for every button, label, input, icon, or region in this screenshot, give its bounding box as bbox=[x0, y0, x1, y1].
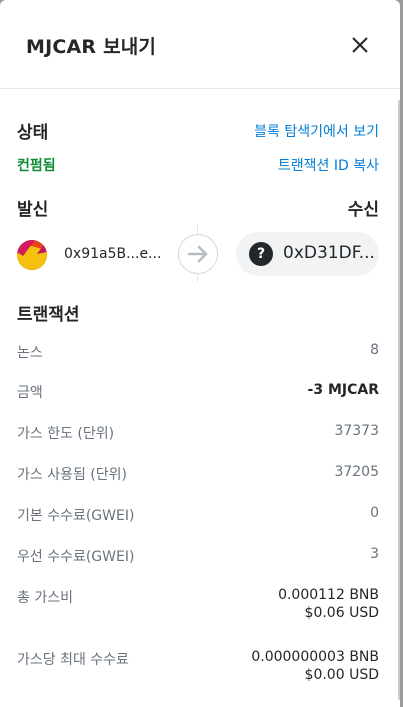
close-icon[interactable] bbox=[348, 33, 372, 57]
tx-value: 0 bbox=[370, 505, 379, 521]
tx-label: 금액 bbox=[17, 385, 43, 401]
question-icon: ? bbox=[249, 242, 273, 266]
tx-value-usd: $0.06 USD bbox=[304, 605, 379, 621]
status-value-row: 컨펌됨 트랜잭션 ID 복사 bbox=[17, 155, 379, 177]
tx-label: 총 가스비 bbox=[17, 590, 73, 606]
tx-row-gas-limit: 가스 한도 (단위) 37373 bbox=[17, 423, 379, 445]
tx-value: 0.000112 BNB bbox=[278, 587, 379, 603]
tx-value: 37373 bbox=[334, 423, 379, 439]
tx-label: 가스 한도 (단위) bbox=[17, 426, 115, 442]
tx-value-usd: $0.00 USD bbox=[304, 667, 379, 683]
from-label: 발신 bbox=[17, 200, 49, 220]
status-badge: 컨펌됨 bbox=[17, 158, 56, 174]
scrollbar[interactable] bbox=[398, 100, 400, 700]
avatar bbox=[17, 240, 47, 270]
tx-value: 0.000000003 BNB bbox=[251, 649, 379, 665]
tx-value: 8 bbox=[370, 342, 379, 358]
tx-label: 가스 사용됨 (단위) bbox=[17, 467, 127, 483]
to-label: 수신 bbox=[347, 200, 379, 220]
status-label: 상태 bbox=[17, 123, 49, 143]
transaction-title: 트랜잭션 bbox=[17, 305, 80, 325]
sender-address[interactable]: 0x91a5B...e... bbox=[64, 246, 161, 262]
recipient-pill[interactable]: ? 0xD31DF... bbox=[236, 232, 379, 276]
tx-value-group: 0.000000003 BNB $0.00 USD bbox=[251, 649, 379, 683]
transaction-details-modal: MJCAR 보내기 상태 블록 탐색기에서 보기 컨펌됨 트랜잭션 ID 복사 … bbox=[0, 0, 400, 707]
tx-row-max-fee: 가스당 최대 수수료 0.000000003 BNB $0.00 USD bbox=[17, 649, 379, 693]
tx-label: 우선 수수료(GWEI) bbox=[17, 549, 135, 565]
tx-label: 논스 bbox=[17, 345, 43, 361]
parties-labels: 발신 수신 bbox=[17, 195, 379, 221]
tx-value-group: 0.000112 BNB $0.06 USD bbox=[278, 587, 379, 621]
tx-row-priority-fee: 우선 수수료(GWEI) 3 bbox=[17, 546, 379, 568]
transaction-section-title: 트랜잭션 bbox=[17, 300, 379, 326]
status-row: 상태 블록 탐색기에서 보기 bbox=[17, 118, 379, 144]
tx-value: -3 MJCAR bbox=[307, 382, 379, 398]
page-title: MJCAR 보내기 bbox=[26, 36, 157, 58]
tx-row-nonce: 논스 8 bbox=[17, 342, 379, 364]
copy-tx-id-link[interactable]: 트랜잭션 ID 복사 bbox=[278, 155, 379, 175]
tx-value: 37205 bbox=[334, 464, 379, 480]
tx-row-gas-used: 가스 사용됨 (단위) 37205 bbox=[17, 464, 379, 486]
explorer-link[interactable]: 블록 탐색기에서 보기 bbox=[254, 121, 379, 141]
sender-recipient: 0x91a5B...e... ? 0xD31DF... bbox=[17, 224, 379, 282]
arrow-right-icon bbox=[178, 234, 218, 274]
tx-row-total-gas: 총 가스비 0.000112 BNB $0.06 USD bbox=[17, 587, 379, 631]
tx-row-amount: 금액 -3 MJCAR bbox=[17, 382, 379, 404]
recipient-address: 0xD31DF... bbox=[283, 243, 375, 263]
tx-value: 3 bbox=[370, 546, 379, 562]
tx-label: 가스당 최대 수수료 bbox=[17, 652, 129, 668]
tx-label: 기본 수수료(GWEI) bbox=[17, 508, 135, 524]
modal-header: MJCAR 보내기 bbox=[0, 0, 400, 89]
tx-row-base-fee: 기본 수수료(GWEI) 0 bbox=[17, 505, 379, 527]
